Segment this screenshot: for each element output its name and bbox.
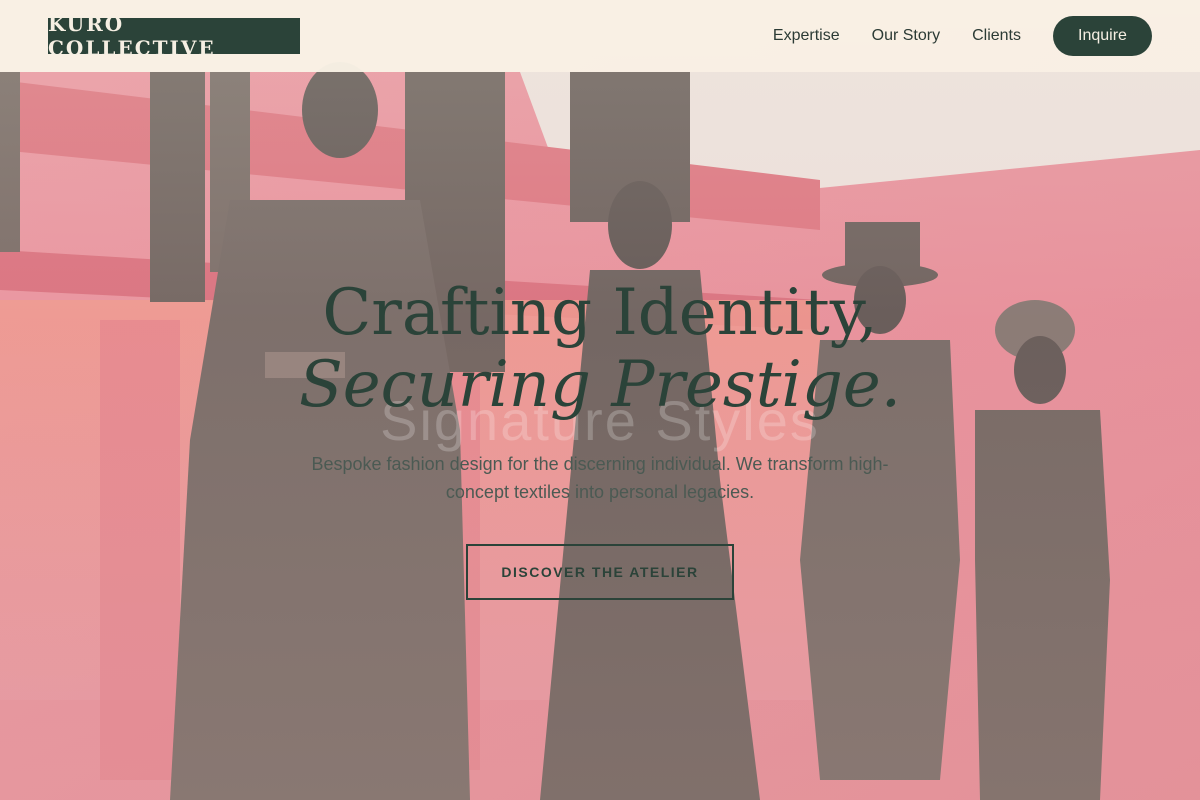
inquire-button[interactable]: Inquire [1053, 16, 1152, 56]
nav-link-expertise[interactable]: Expertise [773, 27, 840, 45]
headline-line-2: Securing Prestige. [298, 348, 902, 422]
hero-headline: Crafting Identity, Securing Prestige. [0, 277, 1200, 421]
nav-link-clients[interactable]: Clients [972, 27, 1021, 45]
discover-atelier-button[interactable]: DISCOVER THE ATELIER [466, 544, 734, 600]
site-header: KURO COLLECTIVE Expertise Our Story Clie… [0, 0, 1200, 72]
hero-section: Signature Styles Crafting Identity, Secu… [0, 72, 1200, 800]
main-nav: Expertise Our Story Clients Inquire [773, 16, 1152, 56]
nav-link-our-story[interactable]: Our Story [872, 27, 940, 45]
headline-line-1: Crafting Identity, [322, 276, 878, 350]
hero-subtitle: Bespoke fashion design for the discernin… [311, 454, 889, 502]
brand-logo[interactable]: KURO COLLECTIVE [48, 12, 300, 60]
